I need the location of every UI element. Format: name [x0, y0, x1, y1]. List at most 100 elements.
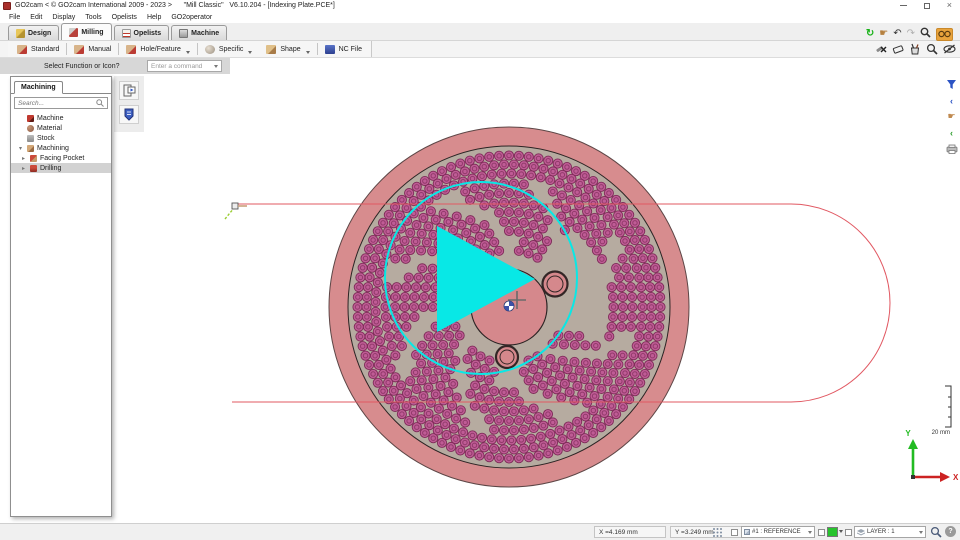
opelists-list-icon	[121, 28, 131, 38]
milling-tool-icon	[69, 27, 79, 37]
tab-machine[interactable]: Machine	[171, 25, 228, 40]
active-color-swatch[interactable]	[827, 527, 838, 537]
tab-row: Design Milling Opelists Machine	[0, 23, 960, 41]
facing-pocket-icon	[30, 154, 37, 162]
chevron-down-icon	[919, 530, 923, 534]
tree-collapsed-icon[interactable]: ▸	[22, 165, 27, 172]
chevron-down-icon	[808, 530, 812, 534]
specific-button[interactable]: Specific	[198, 42, 260, 56]
command-combobox[interactable]: Enter a command	[147, 60, 222, 72]
filter-icon[interactable]	[945, 78, 959, 91]
reference-checkbox[interactable]	[731, 529, 738, 536]
printer-icon[interactable]	[945, 142, 959, 155]
machining-panel: Machining Machine Material Stock ▾ Machi…	[10, 76, 112, 517]
stock-icon	[27, 134, 34, 142]
chevron-down-icon	[248, 50, 253, 54]
menu-tools[interactable]: Tools	[80, 14, 106, 21]
command-placeholder: Enter a command	[151, 62, 203, 70]
machine-icon	[27, 114, 34, 122]
machining-tree: Machine Material Stock ▾ Machining ▸ Fac…	[11, 113, 111, 173]
standard-button[interactable]: Standard	[10, 42, 66, 56]
standard-tool-icon	[17, 44, 27, 54]
design-pencil-icon	[16, 28, 25, 38]
machining-tab[interactable]: Machining	[14, 81, 63, 94]
nc-file-button[interactable]: NC File	[318, 42, 369, 56]
help-button[interactable]: ?	[945, 526, 956, 537]
tree-item-machining[interactable]: ▾ Machining	[11, 143, 111, 153]
view-glasses-button[interactable]	[936, 27, 953, 41]
zoom-layer-icon[interactable]	[930, 526, 942, 540]
tab-design[interactable]: Design	[8, 25, 60, 40]
prompt-label: Select Function or Icon?	[44, 62, 120, 70]
search-box[interactable]	[14, 97, 108, 109]
zoom-element-icon[interactable]	[926, 42, 938, 60]
panel-side-strip	[114, 76, 144, 132]
menu-file[interactable]: File	[4, 14, 25, 21]
chevron-down-icon[interactable]	[839, 530, 843, 533]
chevron-down-icon	[305, 50, 310, 54]
machining-icon	[27, 144, 34, 152]
cursor-x-coordinate: X =4.169 mm	[594, 526, 666, 538]
color-checkbox[interactable]	[818, 529, 825, 536]
chevron-down-icon	[185, 50, 190, 54]
maximize-button[interactable]	[923, 2, 930, 9]
menubar: File Edit Display Tools Opelists Help GO…	[0, 11, 960, 23]
viewport-canvas[interactable]: X Y 20 mm	[0, 0, 960, 540]
layer-checkbox[interactable]	[845, 529, 852, 536]
titlebar: GO2cam < © GO2cam International 2009 - 2…	[0, 0, 960, 11]
tree-expanded-icon[interactable]: ▾	[19, 145, 24, 152]
tree-item-facing-pocket[interactable]: ▸ Facing Pocket	[11, 153, 111, 163]
menu-display[interactable]: Display	[47, 14, 80, 21]
material-icon	[27, 124, 34, 132]
undo-icon[interactable]: ↶	[893, 28, 901, 40]
grid-snap-icon[interactable]	[712, 527, 723, 540]
manual-tool-icon	[74, 44, 85, 54]
tree-item-material[interactable]: Material	[11, 123, 111, 133]
tab-opelists[interactable]: Opelists	[113, 25, 170, 40]
svg-text:X: X	[953, 473, 959, 482]
reference-combobox[interactable]: #1 : REFERENCE	[741, 526, 815, 538]
pencil-cup-icon[interactable]	[909, 42, 921, 60]
edit-toolbar	[875, 42, 956, 60]
reference-cube-icon	[744, 529, 750, 535]
chevron-down-icon	[214, 64, 218, 68]
menu-opelists[interactable]: Opelists	[107, 14, 142, 21]
menu-go2operator[interactable]: GO2operator	[166, 14, 217, 21]
delete-operation-icon[interactable]	[875, 42, 887, 60]
search-icon	[96, 94, 104, 112]
manual-button[interactable]: Manual	[67, 42, 118, 56]
hole-feature-button[interactable]: Hole/Feature	[119, 42, 196, 56]
nc-shield-button[interactable]	[119, 105, 139, 124]
tree-item-stock[interactable]: Stock	[11, 133, 111, 143]
refresh-icon[interactable]: ↻	[866, 28, 874, 40]
machine-icon	[179, 28, 189, 38]
grab-hand-icon[interactable]: ☛	[945, 110, 959, 123]
specific-icon	[204, 44, 215, 54]
layer-stack-icon	[857, 528, 865, 536]
search-input[interactable]	[18, 99, 96, 107]
simulation-button[interactable]	[119, 81, 139, 100]
zoom-search-icon[interactable]	[920, 25, 931, 43]
app-logo-icon	[3, 1, 11, 10]
tree-item-machine[interactable]: Machine	[11, 113, 111, 123]
svg-text:Y: Y	[905, 429, 911, 438]
ribbon: Standard Manual Hole/Feature Specific Sh…	[0, 41, 960, 58]
menu-help[interactable]: Help	[142, 14, 166, 21]
shape-icon	[266, 44, 277, 54]
view-toolbar: ↻ ☛ ↶ ↷	[866, 25, 953, 43]
collapse-left-green-icon[interactable]: ‹	[945, 126, 959, 139]
tree-item-drilling[interactable]: ▸ Drilling	[11, 163, 111, 173]
redo-icon[interactable]: ↷	[907, 28, 915, 40]
layer-combobox[interactable]: LAYER : 1	[854, 526, 926, 538]
shape-button[interactable]: Shape	[259, 42, 316, 56]
tab-milling[interactable]: Milling	[61, 23, 112, 40]
nc-file-icon	[324, 44, 335, 54]
hide-element-icon[interactable]	[943, 42, 956, 60]
tree-collapsed-icon[interactable]: ▸	[22, 155, 27, 162]
minimize-button[interactable]	[899, 5, 907, 6]
eraser-icon[interactable]	[892, 42, 904, 60]
menu-edit[interactable]: Edit	[25, 14, 47, 21]
pan-hand-icon[interactable]: ☛	[879, 28, 888, 40]
collapse-left-blue-icon[interactable]: ‹	[945, 94, 959, 107]
close-button[interactable]: ×	[947, 1, 952, 10]
